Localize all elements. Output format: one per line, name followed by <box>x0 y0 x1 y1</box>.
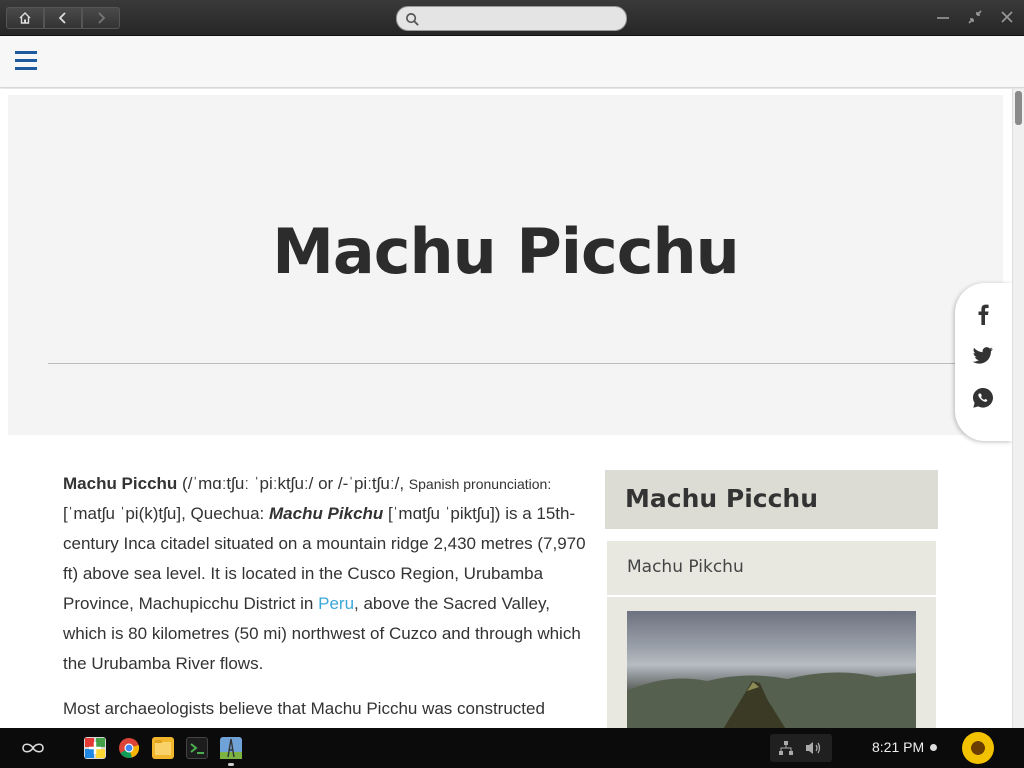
facebook-icon <box>978 304 989 325</box>
menu-icon-bar <box>15 67 37 70</box>
twitter-icon <box>972 347 993 364</box>
eiffel-tower-icon <box>220 738 242 759</box>
machu-picchu-image[interactable] <box>627 611 916 728</box>
scrollbar-thumb[interactable] <box>1015 91 1022 125</box>
browser-button[interactable] <box>220 737 242 759</box>
taskbar: 8:21 PM <box>0 728 1024 768</box>
network-icon <box>779 741 793 755</box>
search-bar[interactable] <box>396 6 627 31</box>
chevron-left-icon <box>58 12 66 24</box>
ipa-text: [ˈmɑtʃu ˈpiktʃu]) <box>388 504 501 523</box>
back-button[interactable] <box>44 7 82 29</box>
terminal-button[interactable] <box>186 737 208 759</box>
minimize-button[interactable] <box>934 8 952 26</box>
infobox-subtitle: Machu Pikchu <box>607 541 936 597</box>
restore-button[interactable] <box>966 8 984 26</box>
infobox-body: Machu Pikchu <box>607 541 936 728</box>
software-center-button[interactable] <box>84 737 106 759</box>
menu-icon-bar <box>15 51 37 54</box>
page-content: Machu Picchu Machu Picchu (/ˈmɑːtʃuː ˈpi… <box>0 89 1012 728</box>
article-paragraph: Machu Picchu (/ˈmɑːtʃuː ˈpiːktʃuː/ or /-… <box>63 469 588 679</box>
menu-icon-bar <box>15 59 37 62</box>
clock[interactable]: 8:21 PM <box>872 739 924 755</box>
whatsapp-icon <box>973 388 993 408</box>
volume-button[interactable] <box>804 740 822 760</box>
title-divider <box>48 363 963 364</box>
article-body: Machu Picchu (/ˈmɑːtʃuː ˈpiːktʃuː/ or /-… <box>63 469 588 728</box>
network-button[interactable] <box>778 740 794 760</box>
home-button[interactable] <box>6 7 44 29</box>
browser-titlebar <box>0 0 1024 36</box>
quechua-label: Quechua: <box>190 504 265 523</box>
minimize-icon <box>937 17 949 19</box>
search-input[interactable] <box>425 10 615 28</box>
peru-link[interactable]: Peru <box>318 594 354 613</box>
ipa-text: [ˈmatʃu ˈpi(k)tʃu], <box>63 504 186 523</box>
page-title: Machu Picchu <box>272 215 740 288</box>
forward-button[interactable] <box>82 7 120 29</box>
ipa-text: (/ˈmɑːtʃuː ˈpiːktʃuː/ <box>182 474 314 493</box>
scrollbar[interactable] <box>1012 89 1024 728</box>
files-button[interactable] <box>152 737 174 759</box>
menu-button[interactable] <box>15 51 37 73</box>
twitter-share-button[interactable] <box>972 345 994 367</box>
folder-icon <box>155 740 171 755</box>
infinity-icon <box>22 743 44 753</box>
facebook-share-button[interactable] <box>972 303 994 325</box>
home-icon <box>19 12 31 24</box>
app-store-icon <box>85 738 105 758</box>
quechua-name: Machu Pikchu <box>269 504 384 523</box>
chevron-right-icon <box>98 12 106 24</box>
chrome-icon <box>119 738 140 758</box>
article-subject: Machu Picchu <box>63 474 178 493</box>
search-icon <box>406 13 419 26</box>
article-paragraph: Most archaeologists believe that Machu P… <box>63 699 545 718</box>
close-icon <box>1001 11 1013 23</box>
whatsapp-share-button[interactable] <box>972 387 994 409</box>
system-tray <box>770 734 832 762</box>
share-bar <box>955 283 1012 441</box>
window-controls <box>934 8 1016 26</box>
chrome-button[interactable] <box>118 737 140 759</box>
sunflower-icon[interactable] <box>962 732 994 764</box>
restore-icon <box>968 10 982 24</box>
app-header <box>0 36 1024 88</box>
hero-banner: Machu Picchu <box>8 95 1003 435</box>
spanish-label[interactable]: Spanish pronunciation: <box>409 476 551 492</box>
mountain-illustration <box>627 672 916 728</box>
or-text: or <box>313 474 338 493</box>
infobox-title: Machu Picchu <box>605 470 938 529</box>
notification-dot <box>930 744 937 751</box>
nav-button-group <box>6 7 120 29</box>
ipa-text: /-ˈpiːtʃuː/, <box>337 474 405 493</box>
launcher-button[interactable] <box>20 739 46 757</box>
active-app-indicator <box>228 763 234 766</box>
terminal-icon <box>190 743 204 754</box>
close-button[interactable] <box>998 8 1016 26</box>
infobox: Machu Picchu Machu Pikchu <box>605 470 938 728</box>
volume-icon <box>806 742 821 754</box>
